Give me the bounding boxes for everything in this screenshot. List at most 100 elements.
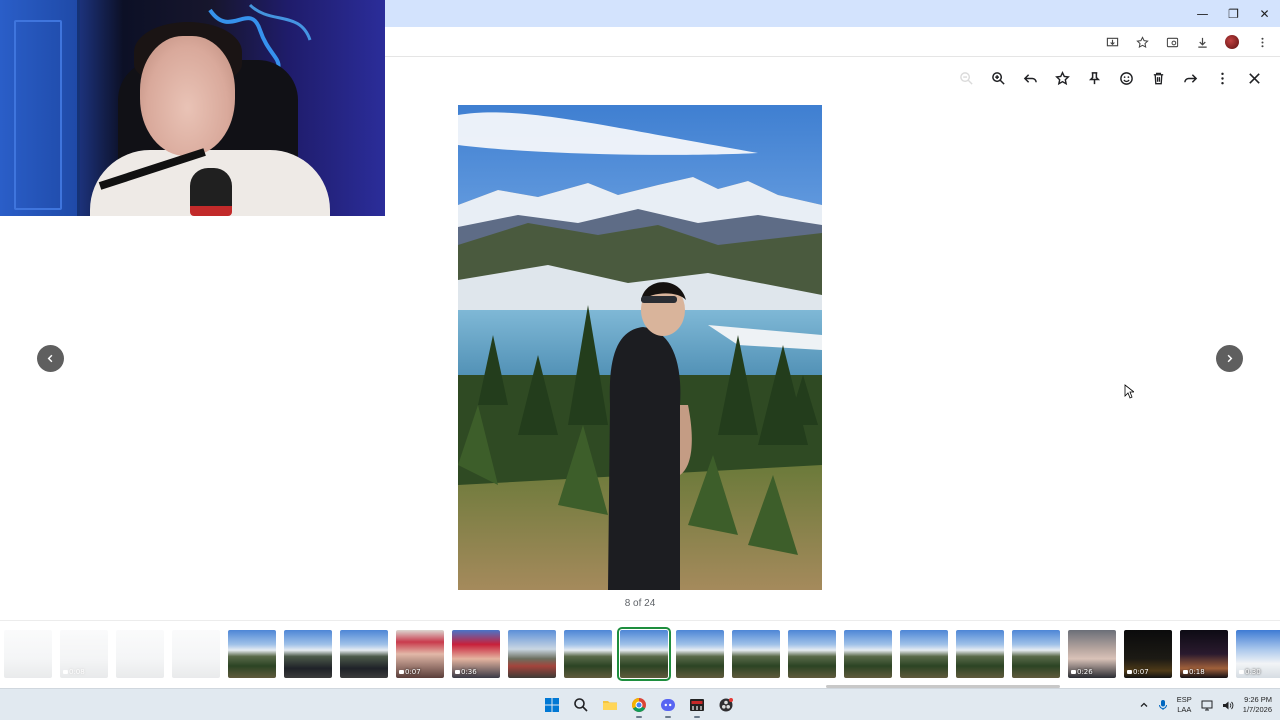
photo-thumbnail[interactable]	[228, 630, 276, 678]
file-explorer-button[interactable]	[598, 692, 622, 718]
video-duration: 0:07	[399, 668, 421, 676]
filmstrip-divider	[0, 620, 1280, 621]
favorite-button[interactable]	[1046, 64, 1078, 92]
video-thumbnail[interactable]: 0:07	[1124, 630, 1172, 678]
close-viewer-button[interactable]	[1238, 64, 1270, 92]
restore-button[interactable]: ❐	[1218, 0, 1249, 27]
video-duration-text: 0:07	[405, 668, 421, 676]
more-vert-icon	[1220, 72, 1224, 84]
video-duration-text: 0:26	[1077, 668, 1093, 676]
photo-thumbnail[interactable]	[564, 630, 612, 678]
photo-thumbnail[interactable]	[116, 630, 164, 678]
trash-icon	[1153, 72, 1163, 84]
video-camera-icon	[1127, 670, 1132, 674]
obs-button[interactable]	[714, 692, 738, 718]
video-thumbnail[interactable]: 0:08	[60, 630, 108, 678]
video-camera-icon	[1071, 670, 1076, 674]
video-duration: 0:07	[1127, 668, 1149, 676]
emoji-icon	[1119, 71, 1133, 85]
folder-icon	[603, 701, 617, 710]
microphone-icon[interactable]	[1158, 699, 1168, 711]
clock-time: 9:26 PM	[1244, 695, 1272, 704]
clock[interactable]: 9:26 PM 1/7/2026	[1243, 695, 1272, 715]
photo-thumbnail[interactable]	[844, 630, 892, 678]
zoom-out-icon	[959, 71, 973, 85]
delete-button[interactable]	[1142, 64, 1174, 92]
photo-thumbnail[interactable]	[788, 630, 836, 678]
window-controls: — ❐ ✕	[1187, 0, 1280, 27]
video-thumbnail[interactable]: 0:07	[396, 630, 444, 678]
video-camera-icon	[399, 670, 404, 674]
input-language[interactable]: ESP LAA	[1177, 695, 1192, 715]
chevron-left-icon	[47, 354, 53, 363]
video-duration-text: 0:18	[1189, 668, 1205, 676]
video-camera-icon	[1183, 670, 1188, 674]
obs-icon	[719, 698, 733, 712]
photo-thumbnail[interactable]	[4, 630, 52, 678]
voicemeeter-button[interactable]	[685, 692, 709, 718]
photo-thumbnail[interactable]	[732, 630, 780, 678]
thumbnail-filmstrip: 0:08 0:07 0:36 0:26 0:07 0:18 0:30	[0, 626, 1280, 682]
zoom-in-button[interactable]	[982, 64, 1014, 92]
streamer-face	[140, 36, 235, 156]
mouse-cursor-icon	[1124, 384, 1134, 399]
video-thumbnail[interactable]: 0:36	[452, 630, 500, 678]
download-icon[interactable]	[1190, 30, 1214, 54]
video-camera-icon	[455, 670, 460, 674]
next-image-button[interactable]	[1216, 345, 1243, 372]
video-duration: 0:18	[1183, 668, 1205, 676]
microphone	[190, 168, 232, 216]
photo-thumbnail[interactable]	[340, 630, 388, 678]
photo-thumbnail[interactable]	[617, 627, 671, 681]
zoom-in-icon	[991, 71, 1005, 85]
photo-thumbnail[interactable]	[956, 630, 1004, 678]
minimize-button[interactable]: —	[1187, 0, 1218, 27]
forward-button[interactable]	[1174, 64, 1206, 92]
volume-icon[interactable]	[1222, 700, 1234, 711]
pin-button[interactable]	[1078, 64, 1110, 92]
discord-button[interactable]	[656, 692, 680, 718]
pin-icon	[1088, 71, 1100, 84]
zoom-out-button[interactable]	[950, 64, 982, 92]
react-button[interactable]	[1110, 64, 1142, 92]
search-icon	[574, 698, 588, 712]
network-icon[interactable]	[1201, 700, 1213, 711]
previous-image-button[interactable]	[37, 345, 64, 372]
close-window-button[interactable]: ✕	[1249, 0, 1280, 27]
taskbar-apps	[540, 692, 738, 718]
chevron-up-icon[interactable]	[1139, 700, 1149, 710]
install-app-icon[interactable]	[1100, 30, 1124, 54]
chrome-icon	[632, 698, 646, 712]
video-duration-text: 0:36	[461, 668, 477, 676]
video-thumbnail[interactable]: 0:26	[1068, 630, 1116, 678]
start-button[interactable]	[540, 692, 564, 718]
video-thumbnail[interactable]: 0:30	[1236, 630, 1280, 678]
photo-thumbnail[interactable]	[676, 630, 724, 678]
video-duration: 0:26	[1071, 668, 1093, 676]
bookmark-star-icon[interactable]	[1130, 30, 1154, 54]
windows-logo-icon	[545, 698, 559, 712]
profile-avatar[interactable]	[1220, 30, 1244, 54]
chrome-button[interactable]	[627, 692, 651, 718]
language-code: ESP	[1176, 695, 1192, 704]
photo-thumbnail[interactable]	[284, 630, 332, 678]
photo-thumbnail[interactable]	[508, 630, 556, 678]
viewer-toolbar	[950, 64, 1270, 92]
webcam-overlay	[0, 0, 385, 216]
tab-search-icon[interactable]	[1160, 30, 1184, 54]
video-thumbnail[interactable]: 0:18	[1180, 630, 1228, 678]
clock-date: 1/7/2026	[1242, 705, 1272, 714]
photo-thumbnail[interactable]	[172, 630, 220, 678]
photo-thumbnail[interactable]	[900, 630, 948, 678]
browser-menu-icon[interactable]	[1250, 30, 1274, 54]
video-duration: 0:30	[1239, 668, 1261, 676]
video-duration-text: 0:08	[69, 668, 85, 676]
photo-thumbnail[interactable]	[1012, 630, 1060, 678]
video-duration: 0:36	[455, 668, 477, 676]
reply-button[interactable]	[1014, 64, 1046, 92]
discord-icon	[661, 699, 675, 711]
more-options-button[interactable]	[1206, 64, 1238, 92]
image-counter: 8 of 24	[624, 598, 656, 609]
taskbar-search-button[interactable]	[569, 692, 593, 718]
chevron-right-icon	[1227, 354, 1233, 363]
